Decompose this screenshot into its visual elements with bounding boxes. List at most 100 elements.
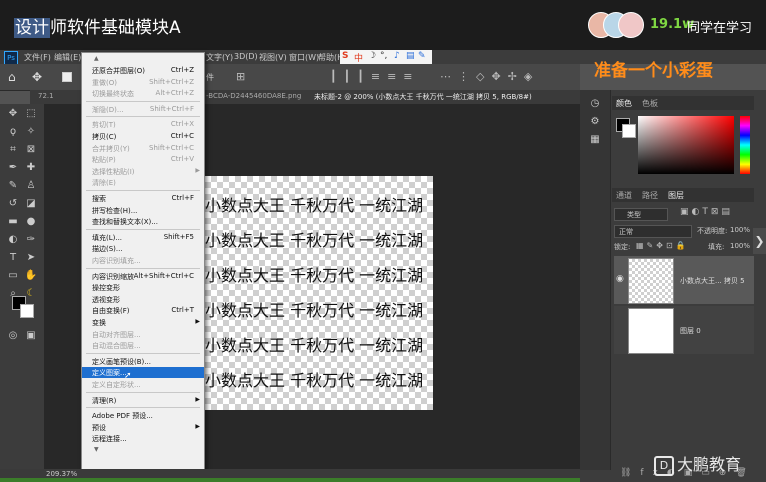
banana-icon[interactable]: ☾ [24,288,38,300]
frame-tool-icon[interactable]: ⊠ [24,144,38,156]
marquee-tool-icon[interactable]: ⬚ [24,108,38,120]
tab-color[interactable]: 颜色 [616,98,632,109]
eyedropper-icon[interactable]: ✒ [6,162,20,174]
tab-layers[interactable]: 图层 [668,190,684,201]
stamp-tool-icon[interactable]: ♙ [24,180,38,192]
eraser-tool-icon[interactable]: ◪ [24,198,38,210]
layer-row[interactable]: ◉ 小数点大王... 拷贝 5 [614,256,754,304]
edit-menu-item[interactable]: 切换最终状态 Alt+Ctrl+Z [82,88,204,99]
edit-menu-item[interactable]: 自由变换(F) Ctrl+T [82,305,204,316]
tab-paths[interactable]: 路径 [642,190,658,201]
edit-menu-item[interactable]: 渐隐(D)... Shift+Ctrl+F [82,104,204,115]
healing-brush-icon[interactable]: ✚ [24,162,38,174]
collapse-panel-arrow-icon[interactable]: ❯ [753,228,766,254]
edit-menu-item[interactable]: 搜索 Ctrl+F [82,193,204,204]
menu-3d[interactable]: 3D(D) [234,52,258,61]
edit-menu-item[interactable]: 定义图案... ➚ [82,367,204,381]
sogou-icon[interactable]: S [342,51,348,61]
punct-icon[interactable]: °, [380,51,387,61]
adjust-panel-icon[interactable]: ▦ [588,134,602,146]
menu-file[interactable]: 文件(F) [24,52,51,63]
edit-menu-item[interactable]: 粘贴(P) Ctrl+V [82,154,204,165]
lock-icons[interactable]: ▦✎✥⊡🔒 [636,241,689,250]
blur-tool-icon[interactable]: ● [24,216,38,228]
tab-doc-png[interactable]: -BCDA-D2445460DA8E.png [206,92,301,100]
align-icons[interactable]: ┃┃┃≡≡≡ [330,70,420,83]
edit-menu-item[interactable]: 重做(O) Shift+Ctrl+Z [82,77,204,88]
distribute-icons[interactable]: ⋯⋮◇✥✢◈ [440,70,539,83]
panel-bg-swatch[interactable] [622,124,636,138]
edit-menu-item[interactable]: 定义画笔预设(B)... [82,356,204,367]
edit-menu-item[interactable]: 定义自定形状... [82,379,204,390]
scroll-down-arrow-icon[interactable]: ▼ [94,446,99,453]
edit-menu-item[interactable]: 操控变形 [82,282,204,293]
edit-menu-item[interactable]: 选择性粘贴(I) ▶ [82,166,204,177]
auto-select-checkbox[interactable] [62,72,72,82]
edit-menu-item[interactable]: 内容识别填充... [82,255,204,266]
quick-mask-icon[interactable]: ◎ [6,330,20,342]
menu-window[interactable]: 窗口(W) [289,52,319,63]
path-select-icon[interactable]: ➤ [24,252,38,264]
menu-type[interactable]: 文字(Y) [206,52,233,63]
background-color-swatch[interactable] [20,304,34,318]
zoom-level[interactable]: 209.37% [46,470,77,478]
move-tool-icon[interactable]: ✥ [6,108,20,120]
pen-tool-icon[interactable]: ✑ [24,234,38,246]
scroll-up-arrow-icon[interactable]: ▲ [94,55,99,62]
edit-menu-item[interactable]: 拷贝(C) Ctrl+C [82,131,204,142]
home-icon[interactable]: ⌂ [8,70,16,84]
lasso-tool-icon[interactable]: ϙ [6,126,20,138]
edit-menu-item[interactable]: Adobe PDF 预设... [82,410,204,421]
mic-icon[interactable]: ♪ [394,51,400,61]
keyboard-icon[interactable]: ▤ [406,51,415,61]
color-picker-field[interactable] [638,116,734,174]
edit-menu-item[interactable]: 预设 ▶ [82,422,204,433]
tab-channels[interactable]: 通道 [616,190,632,201]
hue-slider[interactable] [740,116,750,174]
quick-select-icon[interactable]: ✧ [24,126,38,138]
type-tool-icon[interactable]: T [6,252,20,264]
layer-kind-filter[interactable]: 类型 [614,208,668,221]
edit-menu-item[interactable]: 清除(E) [82,177,204,188]
edit-menu-item[interactable]: 合并拷贝(Y) Shift+Ctrl+C [82,143,204,154]
edit-menu-item[interactable]: 剪切(T) Ctrl+X [82,119,204,130]
edit-menu-item[interactable]: 描边(S)... [82,243,204,254]
history-brush-icon[interactable]: ↺ [6,198,20,210]
transform-controls-icon[interactable]: ⊞ [236,70,245,83]
edit-menu-item[interactable]: 拼写检查(H)... [82,205,204,216]
edit-menu-item[interactable]: 清理(R) ▶ [82,395,204,406]
edit-menu-item[interactable]: 内容识别缩放 Alt+Shift+Ctrl+C [82,271,204,282]
crop-tool-icon[interactable]: ⌗ [6,144,20,156]
ime-mode-label[interactable]: 中 [354,51,363,64]
properties-panel-icon[interactable]: ⚙ [588,116,602,128]
tab-partial-label[interactable]: 72.1 [38,92,54,100]
edit-menu-item[interactable]: 还原合并图层(O) Ctrl+Z [82,65,204,76]
edit-menu-item[interactable]: 填充(L)... Shift+F5 [82,232,204,243]
moon-icon[interactable]: ☽ [368,51,376,61]
layer-filter-icons[interactable]: ▣◐T⊠▤ [680,207,733,217]
tab-swatches[interactable]: 色板 [642,98,658,109]
menu-view[interactable]: 视图(V) [259,52,287,63]
history-panel-icon[interactable]: ◷ [588,98,602,110]
edit-menu-item[interactable]: 查找和替换文本(X)... [82,216,204,227]
hand-tool-icon[interactable]: ✋ [24,270,38,282]
blend-mode-select[interactable]: 正常 [614,225,692,238]
fill-value[interactable]: 100% [730,242,750,250]
tab-doc-active[interactable]: 未标题-2 @ 200% (小数点大王 千秋万代 一统江湖 拷贝 5, RGB/… [314,92,532,102]
visibility-eye-icon[interactable]: ◉ [616,274,624,284]
menu-edit[interactable]: 编辑(E) [54,52,81,63]
shape-tool-icon[interactable]: ▭ [6,270,20,282]
move-tool-icon[interactable]: ✥ [32,70,42,84]
dodge-tool-icon[interactable]: ◐ [6,234,20,246]
edit-menu-item[interactable]: 变换 ▶ [82,317,204,328]
layer-row[interactable]: 图层 0 [614,306,754,354]
brush-tool-icon[interactable]: ✎ [6,180,20,192]
edit-menu-item[interactable]: 自动对齐图层... [82,329,204,340]
screen-mode-icon[interactable]: ▣ [24,330,38,342]
edit-menu-item[interactable]: 透视变形 [82,294,204,305]
tools-icon[interactable]: ✎ [418,51,426,61]
document-canvas[interactable]: 小数点大王 千秋万代 一统江湖 小数点大王 千秋万代 一统江湖 小数点大王 千秋万代… [205,176,433,410]
opacity-value[interactable]: 100% [730,226,750,234]
edit-menu-item[interactable]: 自动混合图层... [82,340,204,351]
gradient-tool-icon[interactable]: ▬ [6,216,20,228]
